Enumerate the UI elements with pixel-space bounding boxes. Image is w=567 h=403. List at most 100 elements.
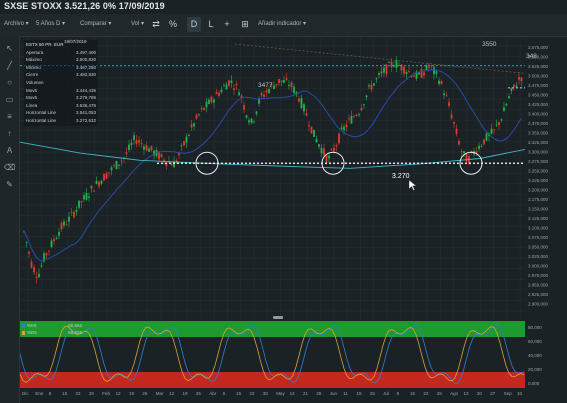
y-axis-label: 3.150,000 xyxy=(528,207,549,212)
toolbar-button-3[interactable]: L xyxy=(204,17,218,32)
x-axis-label: 22 xyxy=(423,391,429,396)
legend-key: Volumen xyxy=(26,79,44,85)
candle-body xyxy=(315,138,318,143)
toolbar-menu-0[interactable]: Archivo ▾ xyxy=(4,20,29,27)
candle-body xyxy=(68,216,70,222)
candle-body xyxy=(225,84,228,90)
toolbar-button-0[interactable]: ⇄ xyxy=(149,17,163,32)
candle-body xyxy=(110,167,113,171)
candle-body xyxy=(498,122,500,126)
osc-axis-label: 60,000 xyxy=(528,339,542,344)
y-axis-label: 2.950,000 xyxy=(528,283,549,288)
candle-body xyxy=(40,265,43,267)
pencil-icon[interactable]: ✎ xyxy=(3,178,16,191)
toolbar-menu-1[interactable]: 5 Años D ▾ xyxy=(36,20,65,27)
candle-body xyxy=(85,192,88,200)
osc-legend-row: %D5 60,625 xyxy=(22,329,82,336)
annotation-a3270[interactable]: 3.270 xyxy=(392,173,410,180)
y-axis-label: 3.100,000 xyxy=(528,226,549,231)
toolbar-menu-4[interactable]: Añadir indicador ▾ xyxy=(258,20,306,27)
legend-key: Línea xyxy=(26,102,38,108)
legend-value: 3.536,475 xyxy=(75,102,96,108)
candle-body xyxy=(243,105,245,110)
candle-body xyxy=(158,152,160,160)
y-axis-label: 3.475,000 xyxy=(528,83,549,88)
time-axis: Dic Ene 8 15 22 29 Feb 12 19 26 Mar 12 19 26 Abr 9 16 23 3… xyxy=(20,390,567,403)
candle-body xyxy=(378,73,380,75)
osc-axis-label: 40,000 xyxy=(528,353,542,358)
x-axis-label: Jul xyxy=(383,391,389,396)
x-axis-label: 9 xyxy=(222,391,226,396)
toolbar-button-1[interactable]: % xyxy=(166,17,180,32)
candle-body xyxy=(398,65,400,66)
mouse-cursor-icon xyxy=(408,179,417,191)
annotation-a348[interactable]: 348 xyxy=(526,53,537,60)
candle-body xyxy=(115,161,118,170)
candle-body xyxy=(275,84,278,86)
cursor-icon[interactable]: ↖ xyxy=(3,42,16,55)
candle-body xyxy=(205,101,208,108)
y-axis-label: 2.925,000 xyxy=(528,292,549,297)
candle-body xyxy=(215,92,218,95)
x-axis-label: 14 xyxy=(289,391,295,396)
osc-legend-row: %K5 50,662 xyxy=(22,322,82,329)
candle-body xyxy=(325,155,328,163)
candle-body xyxy=(370,84,373,90)
candle-body xyxy=(180,145,183,147)
candle-body xyxy=(208,99,210,104)
candle-body xyxy=(278,79,280,84)
price-chart[interactable]: 3.575,0003.550,0003.525,0003.500,0003.47… xyxy=(20,36,567,319)
eraser-icon[interactable]: ⌫ xyxy=(3,161,16,174)
candle-body xyxy=(455,128,458,135)
legend-row: Volumen xyxy=(26,79,96,87)
candle-body xyxy=(365,95,368,98)
candle-body xyxy=(78,200,80,208)
legend-value: 3.272,632 xyxy=(75,117,96,123)
candle-body xyxy=(380,71,383,74)
candle-body xyxy=(348,118,350,120)
trend-line xyxy=(234,43,526,74)
arrow-icon[interactable]: ↑ xyxy=(3,127,16,140)
toolbar-menu-3[interactable]: Vol ▾ xyxy=(131,20,144,27)
candle-body xyxy=(515,85,518,88)
text-icon[interactable]: A xyxy=(3,144,16,157)
moving-average-fast xyxy=(23,69,522,262)
candle-body xyxy=(55,238,58,240)
candle-body xyxy=(323,148,325,156)
y-axis-label: 3.450,000 xyxy=(528,93,549,98)
candle-body xyxy=(93,190,95,192)
legend-key: Mov5 xyxy=(26,95,38,101)
trendline-icon[interactable]: ╱ xyxy=(3,59,16,72)
x-axis-label: 26 xyxy=(195,391,201,396)
toolbar-button-4[interactable]: + xyxy=(220,17,234,32)
fibonacci-icon[interactable]: ≡ xyxy=(3,110,16,123)
toolbar-menu-2[interactable]: Comparar ▾ xyxy=(80,20,111,27)
y-axis-label: 3.225,000 xyxy=(528,178,549,183)
osc-axis-label: 0,000 xyxy=(528,381,540,386)
candle-body xyxy=(183,141,185,146)
legend-value: 3.500,820 xyxy=(75,57,96,63)
candle-body xyxy=(70,211,73,213)
osc-legend-key: %D5 xyxy=(22,329,37,336)
candle-body xyxy=(75,209,78,212)
toolbar-button-2[interactable]: D xyxy=(187,17,201,32)
candle-body xyxy=(493,129,495,130)
x-axis-label: 18 xyxy=(356,391,362,396)
legend-value: 3.467,250 xyxy=(75,64,96,70)
y-axis-label: 2.900,000 xyxy=(528,302,549,307)
candle-body xyxy=(248,120,250,123)
stochastic-pane[interactable]: 80,000 60,000 40,000 20,000 0,000 xyxy=(20,319,567,390)
annotation-a3550[interactable]: 3550 xyxy=(482,41,497,48)
y-axis-label: 3.375,000 xyxy=(528,121,549,126)
y-axis-label: 3.050,000 xyxy=(528,245,549,250)
legend-key: Horizontal Line xyxy=(26,110,57,116)
rectangle-icon[interactable]: ▭ xyxy=(3,93,16,106)
candle-body xyxy=(200,108,203,110)
candle-body xyxy=(490,128,493,134)
window-title: SXSE STOXX 3.521,26 0% 17/09/2019 xyxy=(4,1,165,11)
candle-body xyxy=(290,82,293,88)
circle-icon[interactable]: ○ xyxy=(3,76,16,89)
annotation-a3477[interactable]: 3477 xyxy=(258,82,273,89)
candle-body xyxy=(255,111,258,114)
toolbar-button-5[interactable]: ⊞ xyxy=(238,17,252,32)
